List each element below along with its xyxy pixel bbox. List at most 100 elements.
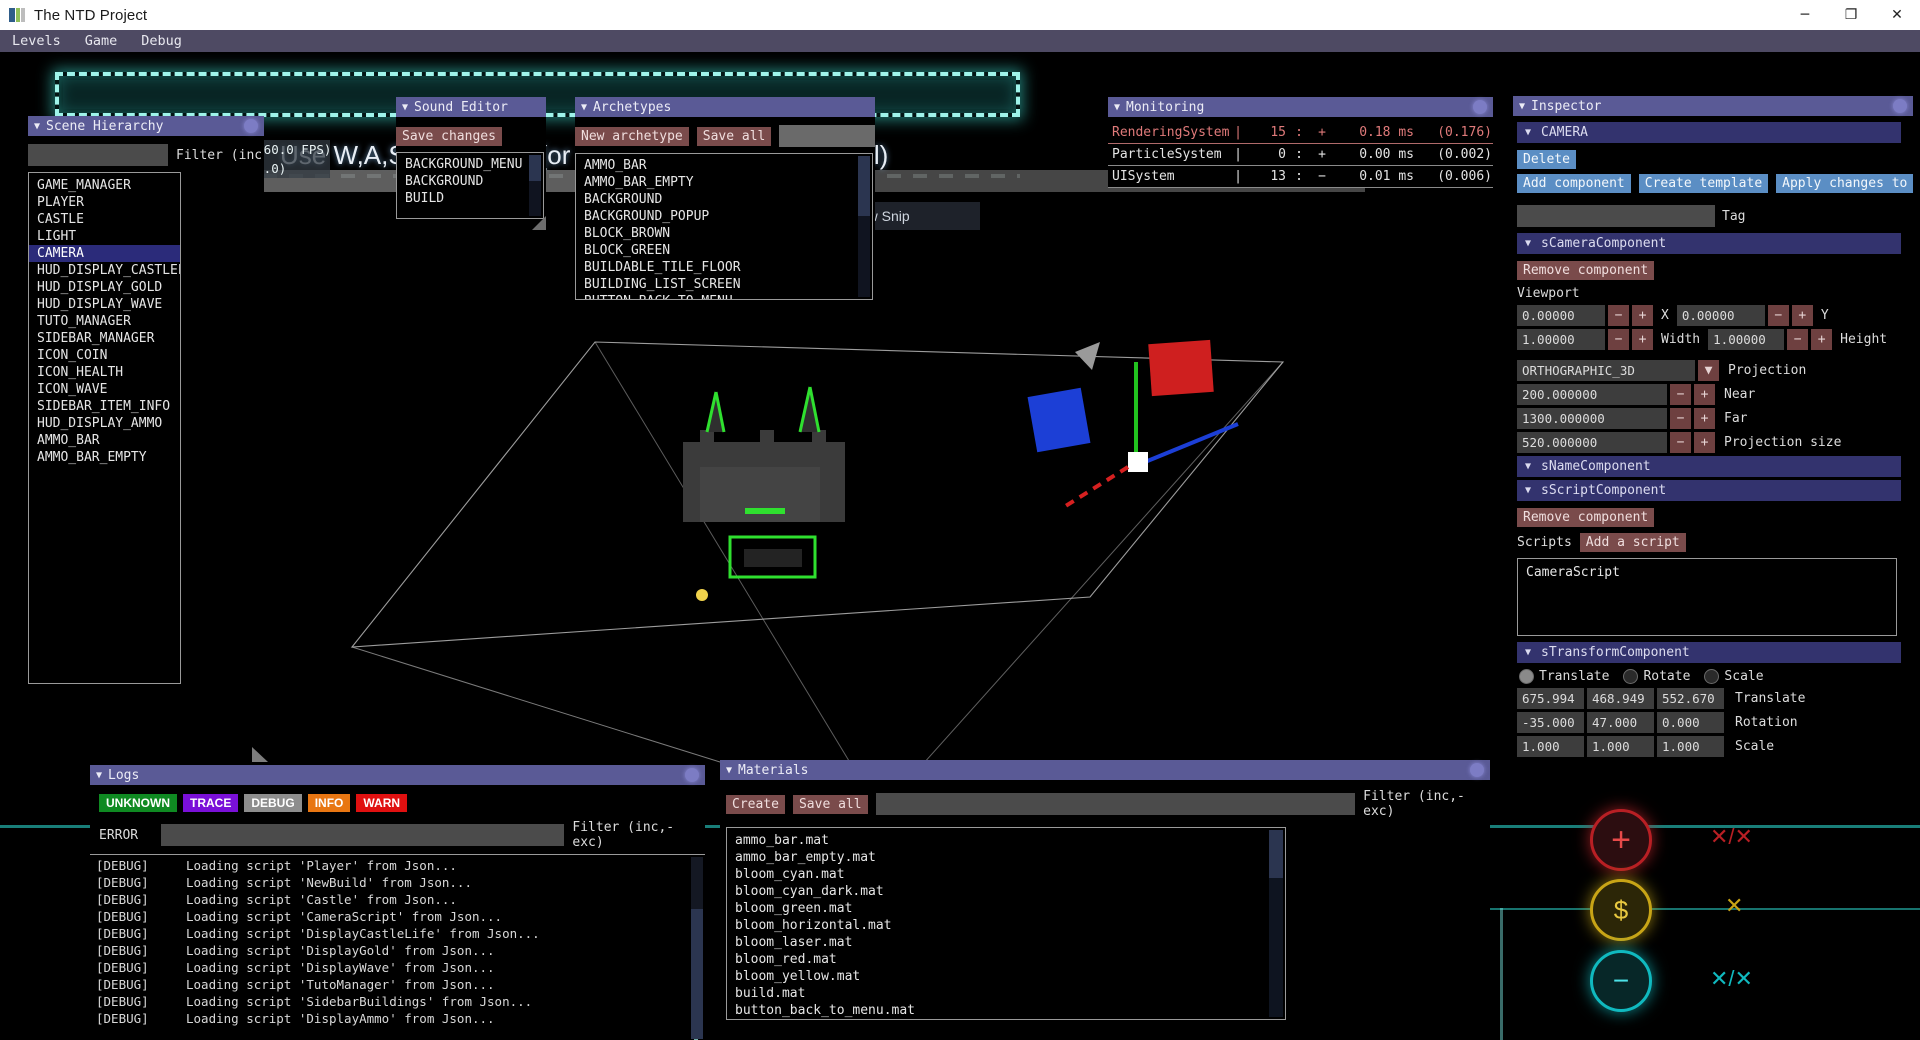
- scene-hierarchy-item[interactable]: ICON_WAVE: [29, 381, 180, 398]
- projection-size-minus[interactable]: −: [1670, 432, 1691, 453]
- scene-hierarchy-item[interactable]: HUD_DISPLAY_AMMO: [29, 415, 180, 432]
- scene-hierarchy-item[interactable]: AMMO_BAR_EMPTY: [29, 449, 180, 466]
- far-field[interactable]: 1300.000000: [1517, 408, 1667, 429]
- chevron-down-icon[interactable]: ▼: [1698, 360, 1719, 381]
- entity-tag-input[interactable]: [1517, 205, 1715, 227]
- archetype-item[interactable]: BUILDABLE_TILE_FLOOR: [576, 259, 872, 276]
- viewport-y-field[interactable]: 0.00000: [1676, 305, 1765, 326]
- scene-hierarchy-item[interactable]: TUTO_MANAGER: [29, 313, 180, 330]
- translate-field-z[interactable]: 552.670: [1657, 688, 1724, 709]
- sound-editor-save-button[interactable]: Save changes: [396, 127, 502, 146]
- create-template-button[interactable]: Create template: [1638, 174, 1769, 193]
- rotation-field-x[interactable]: -35.000: [1517, 712, 1584, 733]
- near-minus[interactable]: −: [1670, 384, 1691, 405]
- material-item[interactable]: bloom_green.mat: [727, 900, 1285, 917]
- viewport-x-field[interactable]: 0.00000: [1517, 305, 1605, 326]
- viewport-width-minus[interactable]: −: [1608, 329, 1629, 350]
- script-component-header[interactable]: ▼ sScriptComponent: [1517, 480, 1901, 501]
- panel-dock-dot[interactable]: [1893, 99, 1907, 113]
- materials-save-all-button[interactable]: Save all: [792, 794, 868, 814]
- minimize-button[interactable]: ─: [1782, 0, 1828, 30]
- scene-hierarchy-item[interactable]: HUD_DISPLAY_CASTLELI: [29, 262, 180, 279]
- log-level-warn[interactable]: WARN: [356, 794, 408, 812]
- material-item[interactable]: bloom_yellow.mat: [727, 968, 1285, 985]
- scale-field-y[interactable]: 1.000: [1587, 736, 1654, 757]
- scene-hierarchy-item[interactable]: ICON_COIN: [29, 347, 180, 364]
- close-button[interactable]: ✕: [1874, 0, 1920, 30]
- scene-hierarchy-item[interactable]: HUD_DISPLAY_WAVE: [29, 296, 180, 313]
- menu-levels[interactable]: Levels: [0, 30, 73, 52]
- scene-hierarchy-item[interactable]: LIGHT: [29, 228, 180, 245]
- projection-select-value[interactable]: ORTHOGRAPHIC_3D: [1517, 360, 1695, 381]
- viewport-width-field[interactable]: 1.00000: [1517, 329, 1605, 350]
- logs-error-label[interactable]: ERROR: [99, 828, 161, 843]
- viewport-height-plus[interactable]: +: [1811, 329, 1833, 350]
- scene-hierarchy-filter-input[interactable]: [28, 144, 168, 166]
- scripts-list[interactable]: CameraScript: [1517, 558, 1897, 636]
- archetype-item[interactable]: BUTTON_BACK_TO_MENU: [576, 293, 872, 299]
- viewport-y-plus[interactable]: +: [1791, 305, 1813, 326]
- script-item[interactable]: CameraScript: [1518, 564, 1896, 581]
- archetype-item[interactable]: BUILDING_LIST_SCREEN: [576, 276, 872, 293]
- material-item[interactable]: button_back_to_menu.mat: [727, 1002, 1285, 1019]
- material-item[interactable]: bloom_red.mat: [727, 951, 1285, 968]
- sound-editor-scrollbar[interactable]: [529, 155, 541, 216]
- archetype-item[interactable]: AMMO_BAR_EMPTY: [576, 174, 872, 191]
- panel-dock-dot[interactable]: [244, 119, 258, 133]
- menu-game[interactable]: Game: [73, 30, 130, 52]
- translate-field-x[interactable]: 675.994: [1517, 688, 1584, 709]
- materials-filter-input[interactable]: [875, 793, 1356, 815]
- viewport-x-plus[interactable]: +: [1632, 305, 1653, 326]
- archetype-item[interactable]: BACKGROUND_POPUP: [576, 208, 872, 225]
- material-item[interactable]: build.mat: [727, 985, 1285, 1002]
- scene-hierarchy-header[interactable]: ▼ Scene Hierarchy: [28, 116, 264, 136]
- apply-template-button[interactable]: Apply changes to templ: [1776, 174, 1913, 193]
- sound-editor-scroll-thumb[interactable]: [529, 155, 541, 181]
- viewport-height-field[interactable]: 1.00000: [1708, 329, 1785, 350]
- transform-mode-translate[interactable]: Translate: [1519, 669, 1609, 684]
- transform-component-header[interactable]: ▼ sTransformComponent: [1517, 642, 1901, 663]
- add-script-button[interactable]: Add a script: [1579, 533, 1686, 552]
- projection-size-field[interactable]: 520.000000: [1517, 432, 1667, 453]
- archetypes-save-all-button[interactable]: Save all: [696, 126, 772, 146]
- camera-remove-component-button[interactable]: Remove component: [1517, 261, 1655, 280]
- add-component-button[interactable]: Add component: [1517, 174, 1631, 193]
- material-item[interactable]: bloom_cyan.mat: [727, 866, 1285, 883]
- materials-list[interactable]: ammo_bar.mat ammo_bar_empty.mat bloom_cyan…: [726, 827, 1286, 1020]
- logs-filter-input[interactable]: [160, 824, 565, 846]
- rotation-field-z[interactable]: 0.000: [1657, 712, 1724, 733]
- monitoring-header[interactable]: ▼ Monitoring: [1108, 97, 1493, 117]
- delete-entity-button[interactable]: Delete: [1517, 150, 1576, 169]
- logs-list[interactable]: [DEBUG] Loading script 'Player' from Json…: [90, 854, 705, 1039]
- logs-header[interactable]: ▼ Logs: [90, 765, 705, 785]
- log-level-trace[interactable]: TRACE: [183, 794, 239, 812]
- projection-size-plus[interactable]: +: [1694, 432, 1715, 453]
- scene-hierarchy-item[interactable]: CAMERA: [29, 245, 180, 262]
- inspector-header[interactable]: ▼ Inspector: [1513, 96, 1913, 116]
- archetypes-header[interactable]: ▼ Archetypes: [575, 97, 875, 117]
- translate-field-y[interactable]: 468.949: [1587, 688, 1654, 709]
- materials-scrollbar[interactable]: [1269, 830, 1283, 1017]
- logs-scrollbar[interactable]: [691, 857, 703, 1039]
- script-remove-component-button[interactable]: Remove component: [1517, 508, 1655, 527]
- archetypes-scrollbar[interactable]: [858, 156, 870, 297]
- menu-debug[interactable]: Debug: [129, 30, 194, 52]
- far-minus[interactable]: −: [1670, 408, 1691, 429]
- archetype-item[interactable]: AMMO_BAR: [576, 157, 872, 174]
- scene-hierarchy-item[interactable]: PLAYER: [29, 194, 180, 211]
- scene-hierarchy-list[interactable]: GAME_MANAGER PLAYER CASTLE LIGHT CAMERA HUD_D…: [28, 172, 181, 684]
- panel-dock-dot[interactable]: [1473, 100, 1487, 114]
- sound-editor-header[interactable]: ▼ Sound Editor: [396, 97, 546, 117]
- material-item[interactable]: bloom_laser.mat: [727, 934, 1285, 951]
- transform-mode-scale[interactable]: Scale: [1704, 669, 1764, 684]
- sound-editor-list[interactable]: BACKGROUND_MENU BACKGROUND BUILD: [396, 152, 544, 219]
- scene-hierarchy-item[interactable]: SIDEBAR_MANAGER: [29, 330, 180, 347]
- viewport-x-minus[interactable]: −: [1608, 305, 1629, 326]
- scene-hierarchy-item[interactable]: CASTLE: [29, 211, 180, 228]
- materials-header[interactable]: ▼ Materials: [720, 760, 1490, 780]
- name-component-header[interactable]: ▼ sNameComponent: [1517, 456, 1901, 477]
- archetype-item[interactable]: BLOCK_GREEN: [576, 242, 872, 259]
- material-item[interactable]: bloom_cyan_dark.mat: [727, 883, 1285, 900]
- scale-field-z[interactable]: 1.000: [1657, 736, 1724, 757]
- camera-component-header[interactable]: ▼ sCameraComponent: [1517, 233, 1901, 254]
